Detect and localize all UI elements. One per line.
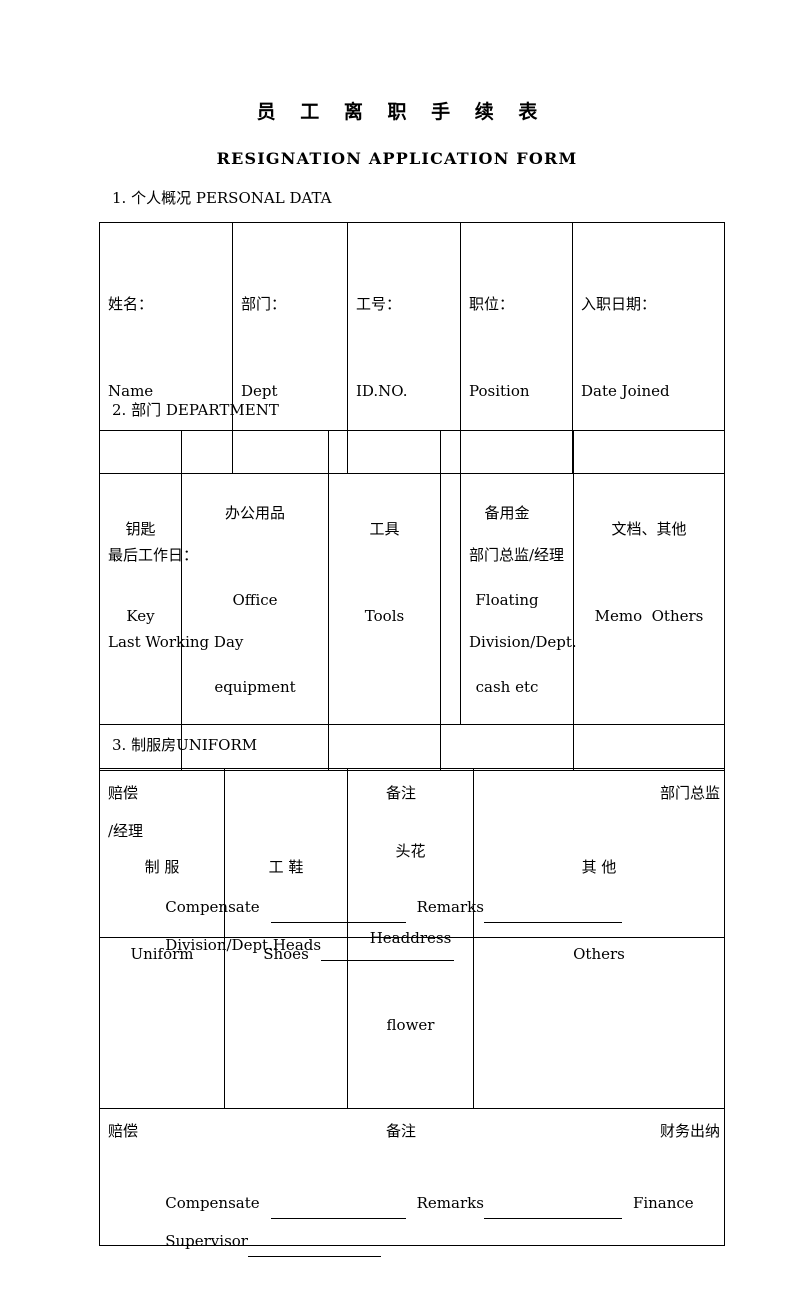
cell-label-cn: 备用金 — [484, 504, 530, 522]
cell-label-cn: 制 服 — [144, 858, 180, 876]
remarks-label-en: Remarks — [416, 1194, 484, 1212]
cell-label-cn: 工具 — [369, 520, 400, 538]
section-heading-uniform: 3. 制服房UNIFORM — [112, 736, 258, 754]
cell-label-en: Date Joined — [581, 382, 670, 400]
finance-label-en: Finance — [632, 1194, 694, 1212]
cell-label-cn: 姓名： — [108, 295, 154, 313]
cell-label-en: Office — [232, 591, 278, 609]
cell-label-cn: 头花 — [395, 842, 426, 860]
cell-label-cn: 部门： — [241, 295, 287, 313]
cell-label-cn: 职位： — [469, 295, 515, 313]
cell-uniform-signoff: 赔偿 备注 财务出纳 Compensate Remarks Finance Supe… — [99, 1108, 725, 1257]
cell-label-en-2: flower — [386, 1016, 435, 1034]
cell-headdress-flower: 头花 Headdress flower — [347, 768, 474, 1109]
remarks-fill-line[interactable] — [483, 1201, 622, 1219]
cell-label-en-2: equipment — [214, 678, 296, 696]
cell-label-cn: 文档、其他 — [611, 520, 687, 538]
section-heading-department: 2. 部门 DEPARTMENT — [112, 401, 279, 419]
finance-label-cn: 财务出纳 — [659, 1122, 720, 1140]
compensate-label-cn: 赔偿 — [108, 1122, 139, 1140]
table-row: 制 服 Uniform 工 鞋 Shoes 头花 Headdress flowe… — [99, 768, 725, 1109]
cell-label-en: Position — [469, 382, 530, 400]
cell-label-en: Tools — [364, 607, 405, 625]
cell-key: 钥匙 Key — [99, 430, 182, 771]
document-page: 员 工 离 职 手 续 表 RESIGNATION APPLICATION FO… — [0, 0, 794, 1257]
cell-label-cn: 工 鞋 — [268, 858, 304, 876]
cell-label-en: Shoes — [263, 945, 309, 963]
document-title-chinese: 员 工 离 职 手 续 表 — [256, 101, 547, 123]
document-title-english: RESIGNATION APPLICATION FORM — [216, 149, 578, 168]
cell-uniform: 制 服 Uniform — [99, 768, 225, 1109]
cell-label-cn: 入职日期： — [581, 295, 657, 313]
supervisor-fill-line[interactable] — [247, 1239, 381, 1257]
cell-memo-others: 文档、其他 Memo Others — [573, 430, 725, 771]
cell-label-en: ID.NO. — [356, 382, 408, 400]
table-uniform: 制 服 Uniform 工 鞋 Shoes 头花 Headdress flowe… — [99, 768, 725, 1257]
cell-label-cn: 钥匙 — [125, 520, 156, 538]
cell-label-en: Floating — [475, 591, 539, 609]
cell-label-en: Uniform — [130, 945, 194, 963]
cell-label-en-2: cash etc — [475, 678, 539, 696]
cell-label-cn: 办公用品 — [224, 504, 285, 522]
cell-label-cn: 其 他 — [581, 858, 617, 876]
cell-shoes: 工 鞋 Shoes — [224, 768, 348, 1109]
cell-floating-cash: 备用金 Floating cash etc — [440, 430, 574, 771]
cell-label-en: Key — [126, 607, 155, 625]
table-row: 钥匙 Key 办公用品 Office equipment 工具 Tools 备用… — [99, 430, 725, 771]
supervisor-label-en: Supervisor — [165, 1232, 248, 1250]
cell-office-equipment: 办公用品 Office equipment — [181, 430, 329, 771]
table-row: 赔偿 备注 财务出纳 Compensate Remarks Finance Supe… — [99, 1108, 725, 1257]
cell-others: 其 他 Others — [473, 768, 725, 1109]
cell-label-en: Memo Others — [594, 607, 704, 625]
section-heading-personal-data: 1. 个人概况 PERSONAL DATA — [112, 189, 332, 207]
remarks-label-cn: 备注 — [386, 1122, 417, 1140]
cell-tools: 工具 Tools — [328, 430, 441, 771]
cell-label-en: Others — [573, 945, 625, 963]
cell-label-en: Headdress — [369, 929, 452, 947]
cell-label-cn: 工号： — [356, 295, 402, 313]
